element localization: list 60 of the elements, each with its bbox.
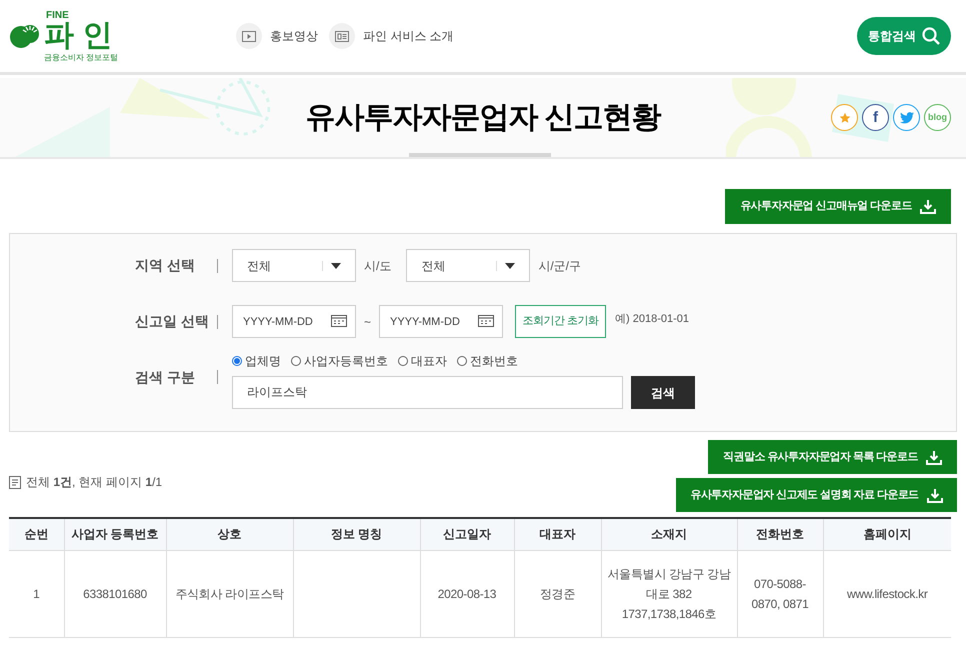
header-link[interactable]: 파인 서비스 소개 [329, 23, 454, 49]
logo-text: 파 인 [44, 20, 112, 50]
unit-label: 시/도 [364, 258, 392, 274]
bird-icon [900, 112, 914, 124]
radio-option[interactable]: 전화번호 [457, 352, 518, 370]
radio-option[interactable]: 대표자 [398, 352, 447, 370]
calendar-icon [478, 315, 494, 327]
calendar-icon [331, 315, 347, 327]
dropdown[interactable]: 전체 [406, 249, 530, 282]
star-icon [838, 112, 850, 124]
column-header: 대표자 [514, 518, 601, 550]
table-cell: 2020-08-13 [438, 586, 496, 600]
range-separator: ~ [364, 314, 372, 330]
date-field[interactable]: YYYY-MM-DD [232, 305, 356, 338]
reset-period-button[interactable]: 조회기간 초기화 [515, 305, 606, 338]
column-header: 홈페이지 [823, 518, 951, 550]
download-icon [926, 450, 942, 464]
column-header: 상호 [166, 518, 293, 550]
table-cell: 1 [33, 586, 40, 600]
table-cell: 서울특별시 강남구 강남대로 382 1737,1738,1846호 [607, 566, 731, 620]
twitter-button[interactable] [893, 104, 920, 131]
radio-option[interactable]: 업체명 [232, 352, 281, 370]
column-header: 사업자 등록번호 [64, 518, 166, 550]
page-title: 유사투자자문업자 신고현황 [305, 100, 661, 136]
search-field[interactable]: 라이프스탁 [232, 376, 623, 409]
radio-option[interactable]: 사업자등록번호 [291, 352, 388, 370]
list-icon [9, 476, 21, 488]
table-cell: 6338101680 [83, 586, 147, 600]
column-header: 소재지 [601, 518, 737, 550]
table-cell: www.lifestock.kr [846, 586, 928, 600]
table-cell: 정경준 [540, 586, 576, 600]
date-format-hint: 예) 2018-01-01 [615, 312, 690, 327]
download-icon [926, 488, 943, 502]
video-icon [236, 23, 262, 49]
table-cell: 070-5088-0870, 0871 [751, 576, 809, 610]
document-icon [329, 23, 355, 49]
date-field[interactable]: YYYY-MM-DD [379, 305, 504, 338]
column-header: 순번 [9, 518, 64, 550]
result-count: 전체 1건, 현재 페이지 1/1 [26, 474, 162, 491]
column-header: 신고일자 [420, 518, 514, 550]
logo-subtitle: 금융소비자 정보포털 [44, 54, 118, 62]
logo-caption: FINE [46, 10, 69, 20]
download-button[interactable]: 직권말소 유사투자자문업자 목록 다운로드 [708, 440, 957, 474]
caret-icon [505, 262, 516, 268]
table-cell: 주식회사 라이프스탁 [175, 586, 284, 600]
download-button[interactable]: 유사투자자문업 신고매뉴얼 다운로드 [725, 189, 951, 224]
download-button[interactable]: 유사투자자문업자 신고제도 설명회 자료 다운로드 [676, 478, 957, 512]
caret-icon [331, 262, 341, 268]
header-link[interactable]: 홍보영상 [236, 23, 318, 49]
search-submit-button[interactable]: 검색 [631, 376, 695, 409]
dropdown[interactable]: 전체 [232, 249, 356, 282]
filter-label: 검색 구분 [135, 368, 196, 386]
unit-label: 시/군/구 [538, 258, 582, 274]
download-icon [920, 199, 936, 214]
column-header: 정보 명칭 [293, 518, 420, 550]
search-icon [922, 27, 940, 45]
filter-label: 신고일 선택 [135, 312, 210, 331]
column-header: 전화번호 [737, 518, 823, 550]
filter-label: 지역 선택 [135, 256, 196, 275]
search-button[interactable]: 통합검색 [857, 17, 951, 55]
